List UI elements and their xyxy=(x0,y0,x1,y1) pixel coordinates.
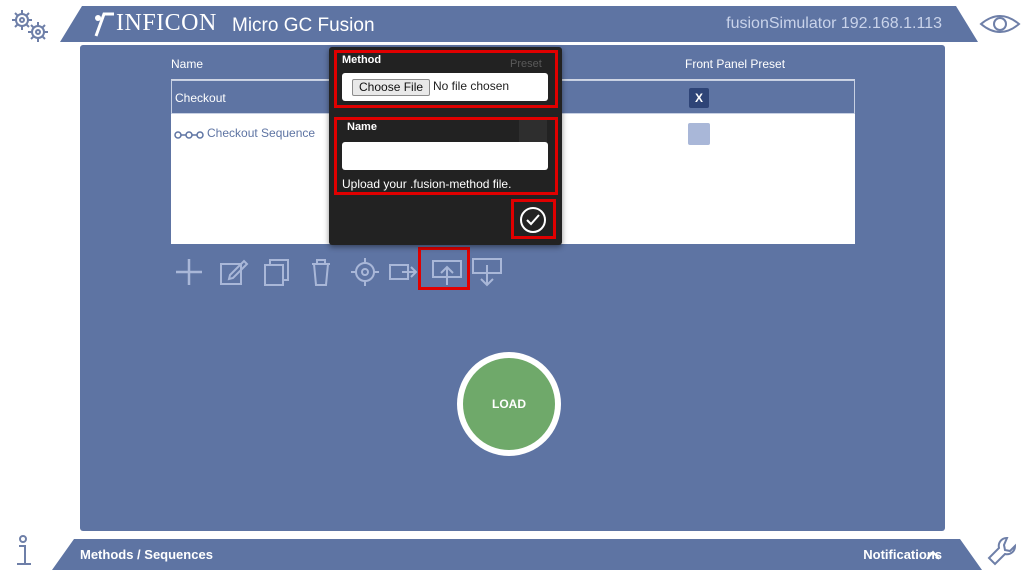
load-button[interactable]: LOAD xyxy=(457,352,561,456)
wrench-icon[interactable] xyxy=(985,534,1019,568)
front-panel-preset-checkbox[interactable]: X xyxy=(689,88,709,108)
name-highlight xyxy=(334,117,558,195)
delete-icon[interactable] xyxy=(304,255,338,289)
column-header-name: Name xyxy=(171,57,204,71)
confirm-highlight xyxy=(511,199,556,239)
download-icon[interactable] xyxy=(470,255,504,289)
brand-name: INFICON xyxy=(116,10,217,36)
row-name: Checkout Sequence xyxy=(207,126,316,140)
chevron-up-icon[interactable] xyxy=(926,548,940,560)
info-icon[interactable] xyxy=(8,534,38,568)
edit-icon[interactable] xyxy=(216,255,250,289)
export-icon[interactable] xyxy=(386,255,420,289)
app-header: INFICON Micro GC Fusion fusionSimulator … xyxy=(60,6,978,42)
product-name: Micro GC Fusion xyxy=(232,15,375,36)
methods-sequences-tab[interactable]: Methods / Sequences xyxy=(80,547,213,562)
add-icon[interactable] xyxy=(172,255,206,289)
load-button-label: LOAD xyxy=(463,358,555,450)
inficon-logo-icon xyxy=(90,10,116,38)
sequence-icon xyxy=(174,127,204,139)
gears-icon[interactable] xyxy=(8,8,52,44)
upload-highlight xyxy=(418,247,470,290)
method-highlight xyxy=(334,50,558,108)
row-name: Checkout xyxy=(175,91,226,105)
target-icon[interactable] xyxy=(348,255,382,289)
front-panel-preset-checkbox[interactable] xyxy=(688,123,710,145)
column-header-front-panel-preset: Front Panel Preset xyxy=(685,57,786,71)
host-label: fusionSimulator 192.168.1.113 xyxy=(726,15,942,32)
footer-bar: Methods / Sequences Notifications xyxy=(52,539,982,570)
copy-icon[interactable] xyxy=(260,255,294,289)
eye-icon[interactable] xyxy=(978,8,1022,40)
